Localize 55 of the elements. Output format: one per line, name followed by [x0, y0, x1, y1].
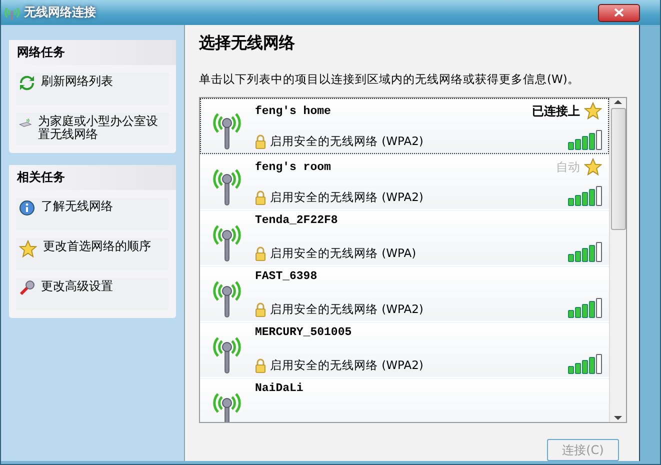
- lock-icon: [255, 134, 266, 148]
- info-icon: [19, 200, 35, 216]
- section-heading: 选择无线网络: [199, 33, 296, 54]
- refresh-icon: [19, 75, 35, 91]
- task-label[interactable]: 更改首选网络的顺序: [43, 240, 151, 253]
- lock-icon: [255, 302, 266, 316]
- security-text: 启用安全的无线网络 (WPA): [270, 246, 416, 260]
- network-name: feng's home: [255, 104, 331, 118]
- signal-strength-icon: [568, 300, 602, 318]
- instruction-text: 单击以下列表中的项目以连接到区域内的无线网络或获得更多信息(W)。: [199, 72, 580, 87]
- task-label[interactable]: 更改高级设置: [41, 280, 113, 293]
- panel-title: 相关任务: [9, 165, 176, 190]
- lock-icon: [255, 246, 266, 260]
- favorite-star-icon: [584, 102, 602, 120]
- window-title: 无线网络连接: [24, 4, 96, 21]
- network-item[interactable]: FAST_6398 启用安全的无线网络 (WPA2): [200, 266, 609, 322]
- network-item[interactable]: NaiDaLi: [200, 378, 609, 422]
- task-link[interactable]: 了解无线网络: [16, 198, 169, 230]
- close-icon: [614, 8, 624, 17]
- lock-icon: [255, 190, 266, 204]
- task-link[interactable]: 更改高级设置: [16, 278, 169, 310]
- task-link[interactable]: 为家庭或小型办公室设置无线网络: [16, 113, 169, 145]
- connection-status: 自动: [556, 158, 580, 176]
- security-text: 启用安全的无线网络 (WPA2): [270, 190, 424, 204]
- network-item[interactable]: Tenda_2F22F8 启用安全的无线网络 (WPA): [200, 210, 609, 266]
- security-text: 启用安全的无线网络 (WPA2): [270, 358, 424, 372]
- security-text: 启用安全的无线网络 (WPA2): [270, 134, 424, 148]
- connection-status: 已连接上: [532, 102, 580, 120]
- favorite-star-icon: [584, 158, 602, 176]
- scroll-down-icon[interactable]: [614, 414, 622, 422]
- network-name: FAST_6398: [255, 270, 318, 283]
- task-link[interactable]: 更改首选网络的顺序: [16, 238, 169, 270]
- network-name: Tenda_2F22F8: [255, 214, 338, 227]
- network-item[interactable]: MERCURY_501005 启用安全的无线网络 (WPA2): [200, 322, 609, 378]
- task-label[interactable]: 了解无线网络: [41, 200, 113, 213]
- task-label[interactable]: 为家庭或小型办公室设置无线网络: [38, 115, 166, 141]
- signal-strength-icon: [568, 356, 602, 374]
- network-item[interactable]: feng's home 已连接上 启用安全的无线网络 (WPA2): [200, 98, 609, 154]
- scroll-up-icon[interactable]: [614, 98, 622, 106]
- signal-strength-icon: [568, 188, 602, 206]
- star-icon: [19, 240, 37, 258]
- network-item[interactable]: feng's room 自动 启用安全的无线网络 (WPA2): [200, 154, 609, 210]
- scrollbar[interactable]: [609, 98, 626, 422]
- network-name: feng's room: [255, 160, 331, 174]
- signal-strength-icon: [568, 244, 602, 262]
- close-button[interactable]: [598, 4, 640, 22]
- security-text: 启用安全的无线网络 (WPA2): [270, 302, 424, 316]
- lock-icon: [255, 358, 266, 372]
- network-name: NaiDaLi: [255, 382, 304, 395]
- task-label[interactable]: 刷新网络列表: [41, 75, 113, 88]
- panel-title: 网络任务: [9, 40, 176, 65]
- wireless-icon: [4, 6, 20, 20]
- network-name: MERCURY_501005: [255, 326, 352, 339]
- signal-strength-icon: [568, 132, 602, 150]
- task-link[interactable]: 刷新网络列表: [16, 73, 169, 105]
